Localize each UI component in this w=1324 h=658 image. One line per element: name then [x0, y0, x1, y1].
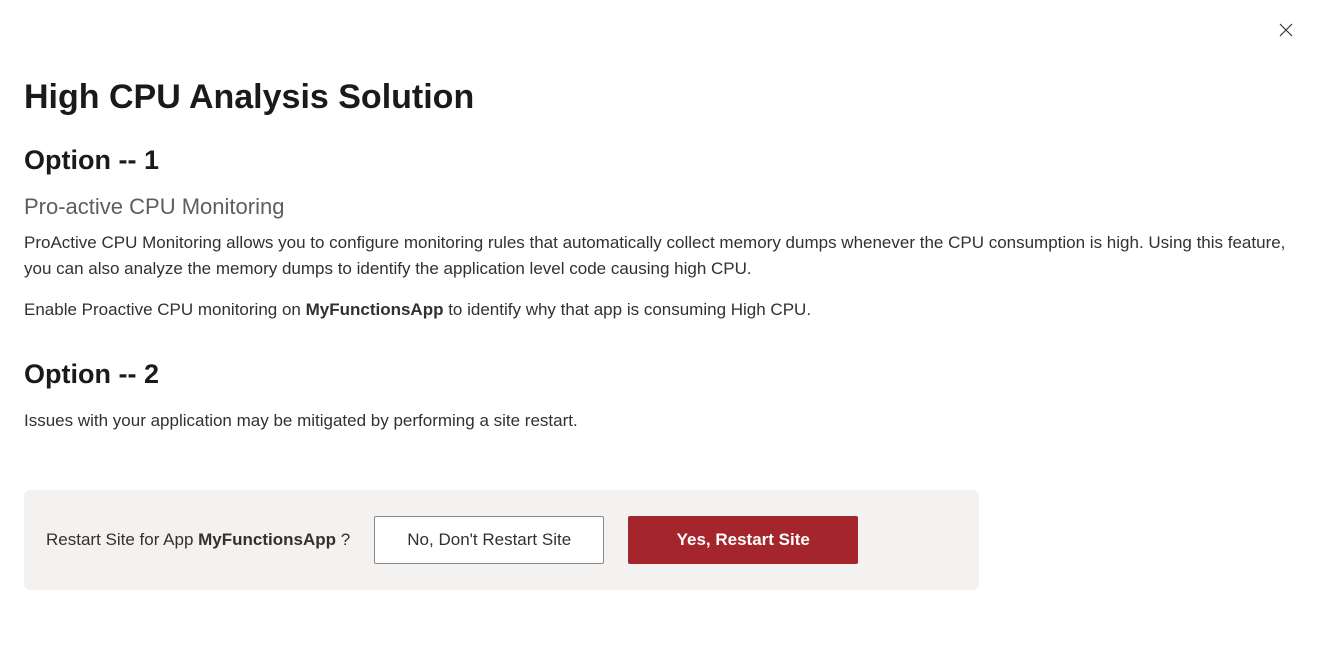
app-name-inline: MyFunctionsApp: [306, 300, 444, 319]
restart-prompt: Restart Site for App MyFunctionsApp ?: [46, 530, 350, 550]
close-icon[interactable]: [1274, 18, 1298, 42]
restart-prompt-prefix: Restart Site for App: [46, 530, 198, 549]
option-1-enable-text: Enable Proactive CPU monitoring on MyFun…: [24, 297, 1300, 323]
option-1-description: ProActive CPU Monitoring allows you to c…: [24, 230, 1300, 283]
enable-prefix: Enable Proactive CPU monitoring on: [24, 300, 306, 319]
page-title: High CPU Analysis Solution: [24, 78, 1300, 117]
yes-restart-button[interactable]: Yes, Restart Site: [628, 516, 858, 564]
restart-site-panel: Restart Site for App MyFunctionsApp ? No…: [24, 490, 979, 590]
option-1-subheading: Pro-active CPU Monitoring: [24, 194, 1300, 220]
no-restart-button[interactable]: No, Don't Restart Site: [374, 516, 604, 564]
option-1-heading: Option -- 1: [24, 145, 1300, 176]
restart-prompt-suffix: ?: [336, 530, 350, 549]
option-2-description: Issues with your application may be miti…: [24, 408, 1300, 434]
enable-suffix: to identify why that app is consuming Hi…: [443, 300, 811, 319]
option-2-heading: Option -- 2: [24, 359, 1300, 390]
restart-app-name: MyFunctionsApp: [198, 530, 336, 549]
